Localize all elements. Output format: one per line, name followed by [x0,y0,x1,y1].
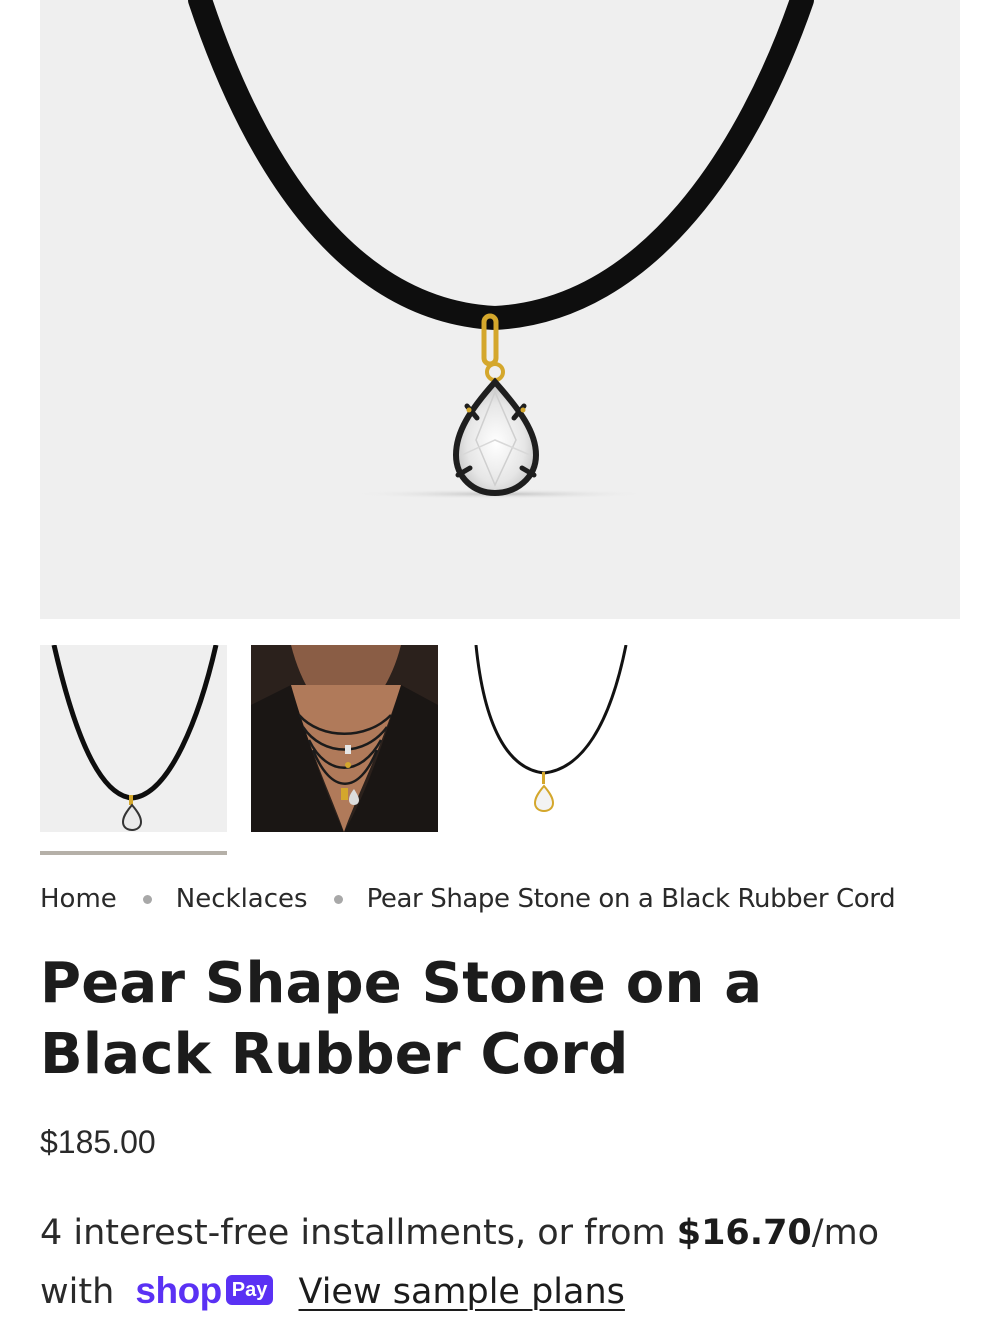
breadcrumb-separator-dot [142,894,152,904]
necklace-illustration [188,0,814,499]
thumbnail-1[interactable] [40,645,227,832]
thumbnail-2[interactable] [251,645,438,832]
thumbnail-strip [40,645,960,832]
breadcrumb-current-page: Pear Shape Stone on a Black Rubber Cord [366,884,896,914]
installments-with-label: with [40,1272,115,1312]
breadcrumb-home-link[interactable]: Home [40,884,117,914]
product-main-image[interactable] [40,0,960,619]
thumbnail-3-image [474,645,628,813]
thumbnail-selected-indicator [40,851,227,855]
thumbnail-1-image [51,645,219,832]
installments-period: /mo [811,1213,880,1253]
breadcrumb: Home Necklaces Pear Shape Stone on a Bla… [40,884,960,914]
product-price: $185.00 [40,1124,156,1160]
breadcrumb-separator-dot [333,894,343,904]
breadcrumb-necklaces-link[interactable]: Necklaces [176,884,308,914]
thumbnail-3[interactable] [462,645,649,832]
shop-pay-logo: shop Pay [135,1261,274,1320]
view-sample-plans-link[interactable]: View sample plans [299,1272,625,1312]
product-title: Pear Shape Stone on a Black Rubber Cord [40,951,763,1087]
shop-pay-logo-pay: Pay [225,1275,274,1305]
shop-pay-logo-shop: shop [135,1269,222,1311]
installments-amount: $16.70 [676,1213,812,1253]
installments-text: 4 interest-free installments, or from [40,1213,677,1253]
installments-message: 4 interest-free installments, or from $1… [40,1204,970,1323]
thumbnail-2-image [251,645,438,832]
